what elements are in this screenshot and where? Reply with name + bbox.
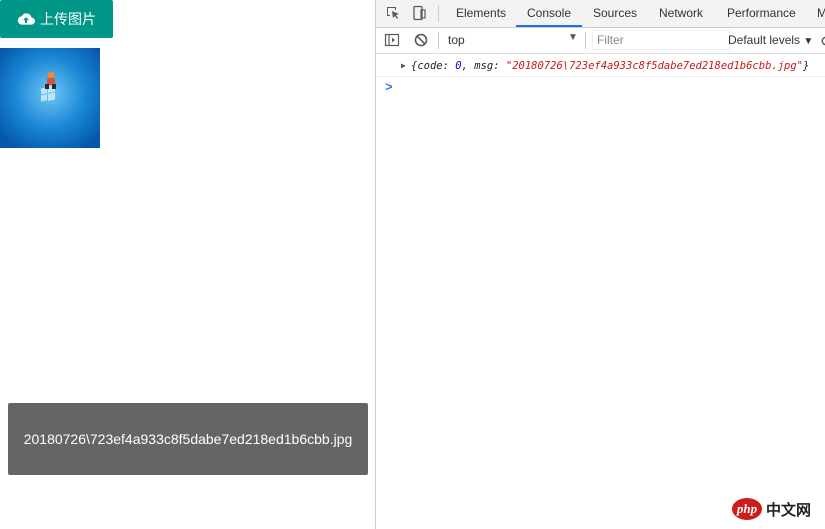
toolbar-separator	[438, 5, 439, 22]
tab-sources[interactable]: Sources	[593, 0, 637, 27]
log-value: "20180726\723ef4a933c8f5dabe7ed218ed1b6c…	[505, 60, 804, 72]
console-filter-input[interactable]	[592, 30, 730, 50]
upload-image-button[interactable]: 上传图片	[0, 0, 113, 38]
expand-triangle-icon[interactable]: ▶	[401, 61, 406, 70]
show-sidebar-icon[interactable]	[384, 32, 400, 48]
context-selector[interactable]: top	[448, 33, 465, 47]
settings-gear-icon[interactable]	[820, 33, 825, 49]
php-logo: php	[732, 498, 762, 520]
upload-button-label: 上传图片	[40, 11, 96, 27]
log-levels-dropdown[interactable]: Default levels ▼	[728, 33, 813, 47]
tab-more[interactable]: M	[817, 0, 825, 27]
inspect-element-icon[interactable]	[385, 5, 401, 21]
console-toolbar: top ▼ Default levels ▼	[376, 28, 825, 54]
console-prompt[interactable]: >	[385, 79, 393, 94]
devtools-panel: Elements Console Sources Network Perform…	[376, 0, 825, 529]
tab-console[interactable]: Console	[516, 0, 582, 27]
devtools-tabbar: Elements Console Sources Network Perform…	[376, 0, 825, 28]
watermark-text: 中文网	[766, 501, 812, 519]
cloud-upload-icon	[17, 13, 35, 25]
log-key: msg	[474, 60, 494, 72]
uploaded-image-preview	[0, 48, 100, 148]
toast-text: 20180726\723ef4a933c8f5dabe7ed218ed1b6cb…	[23, 430, 353, 447]
watermark: php 中文网	[732, 498, 811, 520]
tab-elements[interactable]: Elements	[456, 0, 506, 27]
toolbar-separator	[585, 32, 586, 49]
log-brace: }	[803, 60, 810, 72]
console-log-entry[interactable]: ▶ {code: 0, msg: "20180726\723ef4a933c8f…	[376, 54, 825, 77]
toast-message: 20180726\723ef4a933c8f5dabe7ed218ed1b6cb…	[8, 403, 368, 475]
device-toolbar-icon[interactable]	[411, 5, 427, 21]
caret-down-icon: ▼	[803, 36, 814, 47]
log-levels-label: Default levels	[728, 33, 801, 47]
clear-console-icon[interactable]	[413, 32, 429, 48]
tab-performance[interactable]: Performance	[727, 0, 796, 27]
log-key: code	[417, 60, 443, 72]
tab-network[interactable]: Network	[659, 0, 703, 27]
caret-down-icon[interactable]: ▼	[568, 32, 578, 43]
log-object: {code: 0, msg: "20180726\723ef4a933c8f5d…	[411, 60, 810, 72]
toolbar-separator	[438, 32, 439, 49]
web-page: 上传图片 20180726\723ef4a933c8f5dabe7ed218ed…	[0, 0, 375, 529]
